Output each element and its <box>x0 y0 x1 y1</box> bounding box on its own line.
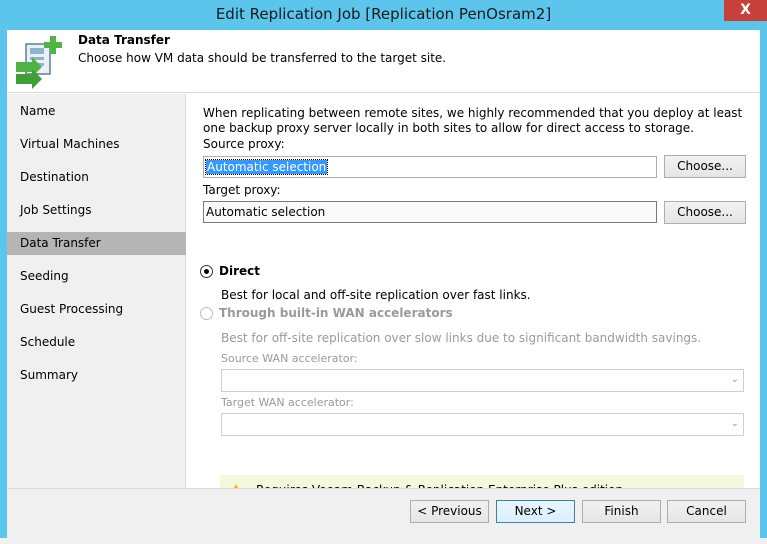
wan-description: Best for off-site replication over slow … <box>221 331 702 345</box>
direct-radio[interactable] <box>200 265 213 278</box>
source-proxy-choose-button[interactable]: Choose... <box>664 155 746 178</box>
wizard-header: Data Transfer Choose how VM data should … <box>7 30 760 93</box>
previous-button[interactable]: < Previous <box>410 500 489 523</box>
wan-radio[interactable] <box>200 307 213 320</box>
page-title: Data Transfer <box>78 33 170 47</box>
close-button[interactable]: X <box>724 0 767 21</box>
background-strip <box>0 538 767 544</box>
dialog-window: Edit Replication Job [Replication PenOsr… <box>0 0 767 544</box>
dialog-client: Data Transfer Choose how VM data should … <box>7 30 760 538</box>
target-proxy-choose-button[interactable]: Choose... <box>664 201 746 224</box>
source-wan-select[interactable]: ⌄ <box>221 369 744 392</box>
page-subtitle: Choose how VM data should be transferred… <box>78 51 447 65</box>
finish-button[interactable]: Finish <box>582 500 661 523</box>
sidebar-item-data-transfer[interactable]: Data Transfer <box>7 232 186 255</box>
sidebar-item-seeding[interactable]: Seeding <box>7 265 186 288</box>
target-wan-select[interactable]: ⌄ <box>221 413 744 436</box>
direct-radio-label[interactable]: Direct <box>219 264 260 278</box>
sidebar-item-summary[interactable]: Summary <box>7 364 186 387</box>
target-proxy-label: Target proxy: <box>203 183 281 197</box>
wan-radio-label[interactable]: Through built-in WAN accelerators <box>219 306 453 320</box>
source-proxy-field[interactable]: Automatic selection <box>203 156 657 178</box>
sidebar-item-virtual-machines[interactable]: Virtual Machines <box>7 133 186 156</box>
target-wan-label: Target WAN accelerator: <box>221 396 354 409</box>
direct-description: Best for local and off-site replication … <box>221 288 531 302</box>
sidebar-item-job-settings[interactable]: Job Settings <box>7 199 186 222</box>
sidebar-item-name[interactable]: Name <box>7 100 186 123</box>
sidebar-item-destination[interactable]: Destination <box>7 166 186 189</box>
main-panel: When replicating between remote sites, w… <box>187 94 760 508</box>
sidebar-item-guest-processing[interactable]: Guest Processing <box>7 298 186 321</box>
wizard-steps: Name Virtual Machines Destination Job Se… <box>7 94 186 488</box>
next-button[interactable]: Next > <box>496 500 575 523</box>
target-proxy-field[interactable]: Automatic selection <box>203 201 657 223</box>
close-icon: X <box>740 2 751 18</box>
cancel-button[interactable]: Cancel <box>667 500 746 523</box>
sidebar-item-schedule[interactable]: Schedule <box>7 331 186 354</box>
window-title: Edit Replication Job [Replication PenOsr… <box>215 5 552 23</box>
data-transfer-icon <box>16 36 62 89</box>
source-proxy-value: Automatic selection <box>204 159 329 175</box>
chevron-down-icon: ⌄ <box>730 418 739 429</box>
title-bar[interactable]: Edit Replication Job [Replication PenOsr… <box>0 0 767 30</box>
wizard-footer: < Previous Next > Finish Cancel <box>7 488 760 538</box>
source-wan-label: Source WAN accelerator: <box>221 352 358 365</box>
chevron-down-icon: ⌄ <box>730 374 739 385</box>
source-proxy-label: Source proxy: <box>203 137 285 151</box>
proxy-info-text: When replicating between remote sites, w… <box>203 106 743 135</box>
